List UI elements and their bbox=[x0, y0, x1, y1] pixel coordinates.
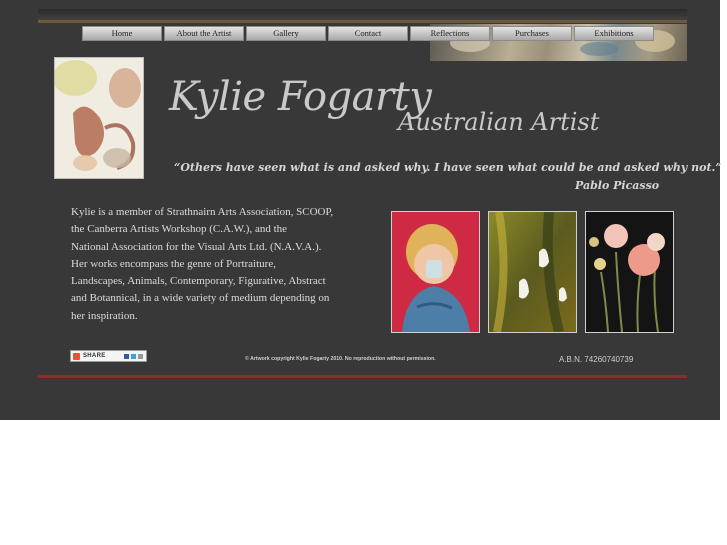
abn-number: A.B.N. 74260740739 bbox=[559, 355, 634, 364]
site-title: Kylie Fogarty bbox=[169, 74, 432, 120]
nav-contact[interactable]: Contact bbox=[328, 26, 408, 41]
portrait-painting-image bbox=[54, 57, 144, 179]
bio-line: and Botannical, in a wide variety of med… bbox=[71, 292, 330, 305]
artist-bio: Kylie is a member of Strathnairn Arts As… bbox=[71, 204, 361, 325]
facebook-icon bbox=[124, 353, 129, 359]
bio-line: Her works encompass the genre of Portrai… bbox=[71, 257, 276, 270]
bio-line: National Association for the Visual Arts… bbox=[71, 240, 322, 253]
nav-about-the-artist[interactable]: About the Artist bbox=[164, 26, 244, 41]
bio-line: her inspiration. bbox=[71, 309, 138, 322]
bio-line: Kylie is a member of Strathnairn Arts As… bbox=[71, 206, 334, 218]
nav-gallery[interactable]: Gallery bbox=[246, 26, 326, 41]
share-services bbox=[124, 353, 143, 359]
nav-home[interactable]: Home bbox=[82, 26, 162, 41]
bio-line: the Canberra Artists Workshop (C.A.W.), … bbox=[71, 223, 288, 236]
share-icon bbox=[73, 352, 80, 360]
twitter-icon bbox=[131, 353, 136, 359]
footer-rule-shadow bbox=[38, 378, 687, 379]
nav-exhibitions[interactable]: Exhibitions bbox=[574, 26, 654, 41]
poppies-painting-image[interactable] bbox=[585, 211, 674, 333]
header-rule bbox=[38, 20, 687, 23]
nav-reflections[interactable]: Reflections bbox=[410, 26, 490, 41]
quote-author: Pablo Picasso bbox=[575, 179, 660, 192]
child-portrait-painting-image[interactable] bbox=[391, 211, 480, 333]
main-nav: Home About the Artist Gallery Contact Re… bbox=[82, 26, 656, 41]
site-subtitle: Australian Artist bbox=[398, 108, 600, 136]
quote-text: “Others have seen what is and asked why.… bbox=[174, 161, 722, 174]
email-icon bbox=[138, 353, 143, 359]
share-button[interactable]: SHARE bbox=[70, 350, 147, 362]
nav-purchases[interactable]: Purchases bbox=[492, 26, 572, 41]
bio-line: Landscapes, Animals, Contemporary, Figur… bbox=[71, 275, 326, 288]
share-label: SHARE bbox=[83, 353, 106, 359]
abstract-green-painting-image[interactable] bbox=[488, 211, 577, 333]
copyright-notice: © Artwork copyright Kylie Fogarty 2010. … bbox=[245, 356, 436, 362]
